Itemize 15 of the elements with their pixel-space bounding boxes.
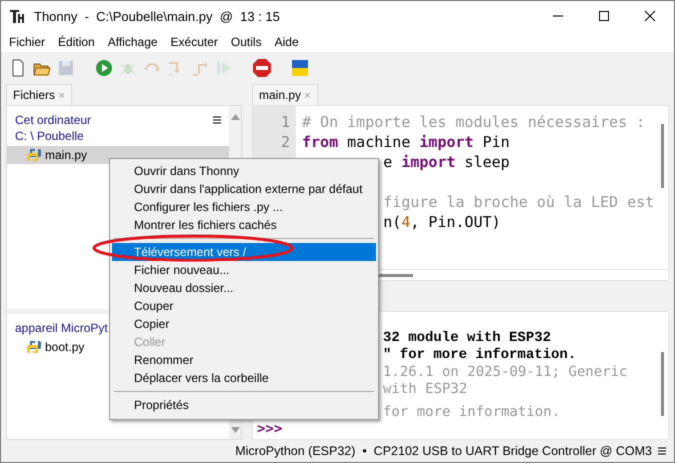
code-line: # On importe les modules nécessaires : — [302, 113, 646, 131]
code-line: n(4, Pin.OUT) — [383, 213, 501, 231]
console-line: >>> — [257, 421, 282, 437]
code-line: figure la broche où la LED est — [383, 193, 654, 211]
console-line: 1.26.1 on 2025-09-11; Generic — [383, 364, 628, 380]
line-number: 2 — [280, 133, 290, 151]
code-line: from machine import Pin — [302, 133, 510, 151]
window-title: Thonny - C:\Poubelle\main.py @ 13 : 15 — [34, 8, 280, 24]
line-number: 1 — [280, 113, 290, 131]
status-text: MicroPython (ESP32) • CP2102 USB to UART Bridge Controller @ COM3 — [235, 444, 652, 458]
console-line: " for more information. — [383, 347, 576, 363]
code-line: e import sleep — [383, 153, 510, 171]
console-line: for more information. — [383, 404, 560, 420]
console-line: with ESP32 — [383, 381, 468, 397]
console-line: 32 module with ESP32 — [383, 330, 552, 346]
